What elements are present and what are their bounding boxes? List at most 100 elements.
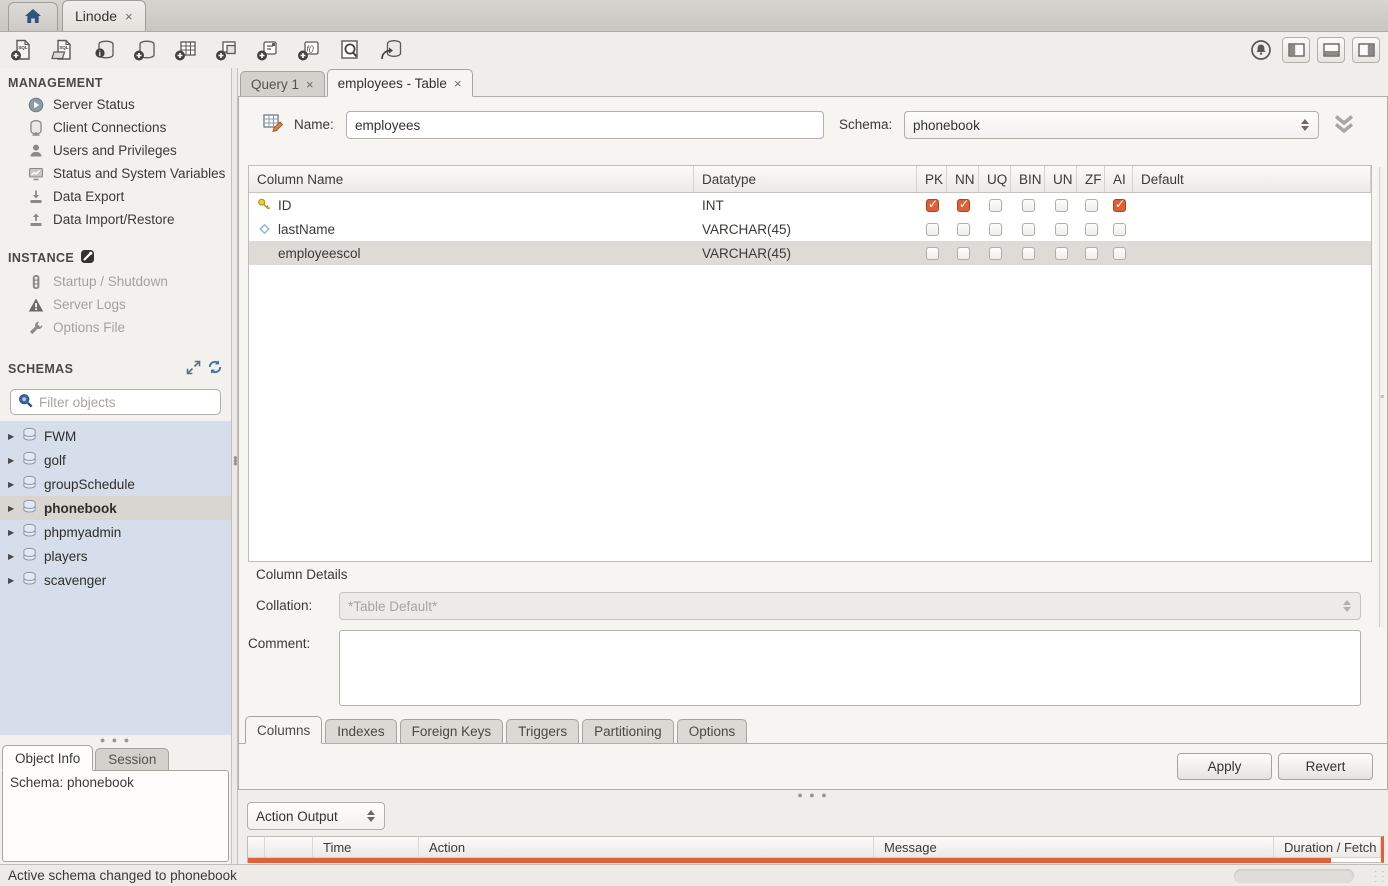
subtab-foreign-keys[interactable]: Foreign Keys xyxy=(400,719,504,744)
new-view-icon[interactable] xyxy=(213,37,241,63)
zf-checkbox[interactable] xyxy=(1085,199,1098,212)
close-icon[interactable]: × xyxy=(306,77,314,92)
expander-triangle-icon[interactable]: ▶ xyxy=(8,456,18,465)
comment-textarea[interactable] xyxy=(340,631,1360,705)
uq-checkbox[interactable] xyxy=(989,199,1002,212)
schema-item-phpmyadmin[interactable]: ▶phpmyadmin xyxy=(0,520,231,544)
search-objects-icon[interactable] xyxy=(336,37,364,63)
subtab-columns[interactable]: Columns xyxy=(245,716,322,744)
default-cell[interactable] xyxy=(1133,217,1371,241)
tab-object-info[interactable]: Object Info xyxy=(2,745,93,771)
editor-tab-query-1[interactable]: Query 1× xyxy=(240,71,325,97)
collapse-header-chevron-icon[interactable] xyxy=(1331,113,1357,138)
column-row-lastname[interactable]: lastNameVARCHAR(45) xyxy=(249,217,1371,241)
ai-checkbox[interactable] xyxy=(1113,247,1126,260)
column-name-cell[interactable]: employeescol xyxy=(249,241,694,265)
uq-checkbox[interactable] xyxy=(989,223,1002,236)
un-checkbox[interactable] xyxy=(1055,247,1068,260)
datatype-cell[interactable]: INT xyxy=(694,193,917,217)
schema-item-groupschedule[interactable]: ▶groupSchedule xyxy=(0,472,231,496)
sidebar-item-data-import-restore[interactable]: Data Import/Restore xyxy=(0,208,231,231)
tab-session[interactable]: Session xyxy=(95,748,169,771)
new-schema-icon[interactable] xyxy=(131,37,159,63)
schema-combo-spinner[interactable] xyxy=(1299,119,1310,131)
default-cell[interactable] xyxy=(1133,193,1371,217)
action-output-selected-row[interactable] xyxy=(248,858,1331,863)
table-name-input[interactable] xyxy=(347,112,823,138)
close-icon[interactable]: × xyxy=(125,9,133,24)
new-function-icon[interactable]: f() xyxy=(295,37,323,63)
connection-tab[interactable]: Linode × xyxy=(62,0,146,31)
output-selector-spinner[interactable] xyxy=(365,810,376,822)
column-name-cell[interactable]: ID xyxy=(249,193,694,217)
comment-field[interactable] xyxy=(339,630,1361,706)
apply-button[interactable]: Apply xyxy=(1177,753,1272,780)
un-checkbox[interactable] xyxy=(1055,199,1068,212)
db-info-icon[interactable]: i xyxy=(90,37,118,63)
db-sync-icon[interactable] xyxy=(377,37,405,63)
output-selector-combo[interactable]: Action Output xyxy=(247,802,385,830)
schema-item-phonebook[interactable]: ▶phonebook xyxy=(0,496,231,520)
bin-checkbox[interactable] xyxy=(1022,223,1035,236)
schema-item-fwm[interactable]: ▶FWM xyxy=(0,424,231,448)
close-icon[interactable]: × xyxy=(454,76,462,91)
bin-checkbox[interactable] xyxy=(1022,247,1035,260)
home-tab[interactable] xyxy=(8,2,58,31)
bin-checkbox[interactable] xyxy=(1022,199,1035,212)
sidebar-item-status-and-system-variables[interactable]: Status and System Variables xyxy=(0,162,231,185)
un-checkbox[interactable] xyxy=(1055,223,1068,236)
uq-checkbox[interactable] xyxy=(989,247,1002,260)
nn-checkbox[interactable] xyxy=(957,223,970,236)
subtab-indexes[interactable]: Indexes xyxy=(325,719,396,744)
expander-triangle-icon[interactable]: ▶ xyxy=(8,528,18,537)
subtab-options[interactable]: Options xyxy=(677,719,748,744)
toggle-bottom-panel-icon[interactable] xyxy=(1317,37,1345,63)
new-sql-tab-icon[interactable]: SQL xyxy=(8,37,36,63)
schema-item-golf[interactable]: ▶golf xyxy=(0,448,231,472)
expander-triangle-icon[interactable]: ▶ xyxy=(8,480,18,489)
sidebar-item-client-connections[interactable]: Client Connections xyxy=(0,116,231,139)
schema-filter[interactable] xyxy=(10,389,221,415)
expander-triangle-icon[interactable]: ▶ xyxy=(8,504,18,513)
datatype-cell[interactable]: VARCHAR(45) xyxy=(694,241,917,265)
pk-checkbox[interactable] xyxy=(926,223,939,236)
revert-button[interactable]: Revert xyxy=(1278,753,1373,780)
editor-tab-employees-table[interactable]: employees - Table× xyxy=(327,69,473,97)
sidebar-item-data-export[interactable]: Data Export xyxy=(0,185,231,208)
expander-triangle-icon[interactable]: ▶ xyxy=(8,552,18,561)
zf-checkbox[interactable] xyxy=(1085,223,1098,236)
toggle-left-panel-icon[interactable] xyxy=(1282,37,1310,63)
sidebar-splitter[interactable]: ● ● ● xyxy=(0,735,231,744)
notification-icon[interactable] xyxy=(1247,37,1275,63)
open-sql-file-icon[interactable]: SQL xyxy=(49,37,77,63)
instance-config-icon[interactable] xyxy=(80,249,95,267)
nn-checkbox[interactable] xyxy=(957,199,970,212)
new-procedure-icon[interactable] xyxy=(254,37,282,63)
zf-checkbox[interactable] xyxy=(1085,247,1098,260)
schema-filter-input[interactable] xyxy=(39,395,216,410)
grid-scrollbar[interactable]: ≡ xyxy=(1379,167,1385,627)
pk-checkbox[interactable] xyxy=(926,199,939,212)
nn-checkbox[interactable] xyxy=(957,247,970,260)
table-name-field[interactable] xyxy=(346,111,824,139)
pk-checkbox[interactable] xyxy=(926,247,939,260)
ai-checkbox[interactable] xyxy=(1113,199,1126,212)
column-row-id[interactable]: IDINT xyxy=(249,193,1371,217)
column-name-cell[interactable]: lastName xyxy=(249,217,694,241)
refresh-schemas-icon[interactable] xyxy=(207,359,223,378)
subtab-partitioning[interactable]: Partitioning xyxy=(582,719,674,744)
sidebar-main-splitter[interactable]: ●●● xyxy=(231,68,238,864)
ai-checkbox[interactable] xyxy=(1113,223,1126,236)
schema-combo[interactable]: phonebook xyxy=(904,111,1319,139)
datatype-cell[interactable]: VARCHAR(45) xyxy=(694,217,917,241)
output-splitter[interactable]: ● ● ● xyxy=(238,790,1388,800)
expander-triangle-icon[interactable]: ▶ xyxy=(8,432,18,441)
toggle-right-panel-icon[interactable] xyxy=(1352,37,1380,63)
schema-item-players[interactable]: ▶players xyxy=(0,544,231,568)
sidebar-item-users-and-privileges[interactable]: Users and Privileges xyxy=(0,139,231,162)
expand-schemas-icon[interactable] xyxy=(186,360,201,378)
sidebar-item-server-status[interactable]: Server Status xyxy=(0,93,231,116)
schema-item-scavenger[interactable]: ▶scavenger xyxy=(0,568,231,592)
new-table-icon[interactable] xyxy=(172,37,200,63)
subtab-triggers[interactable]: Triggers xyxy=(506,719,579,744)
